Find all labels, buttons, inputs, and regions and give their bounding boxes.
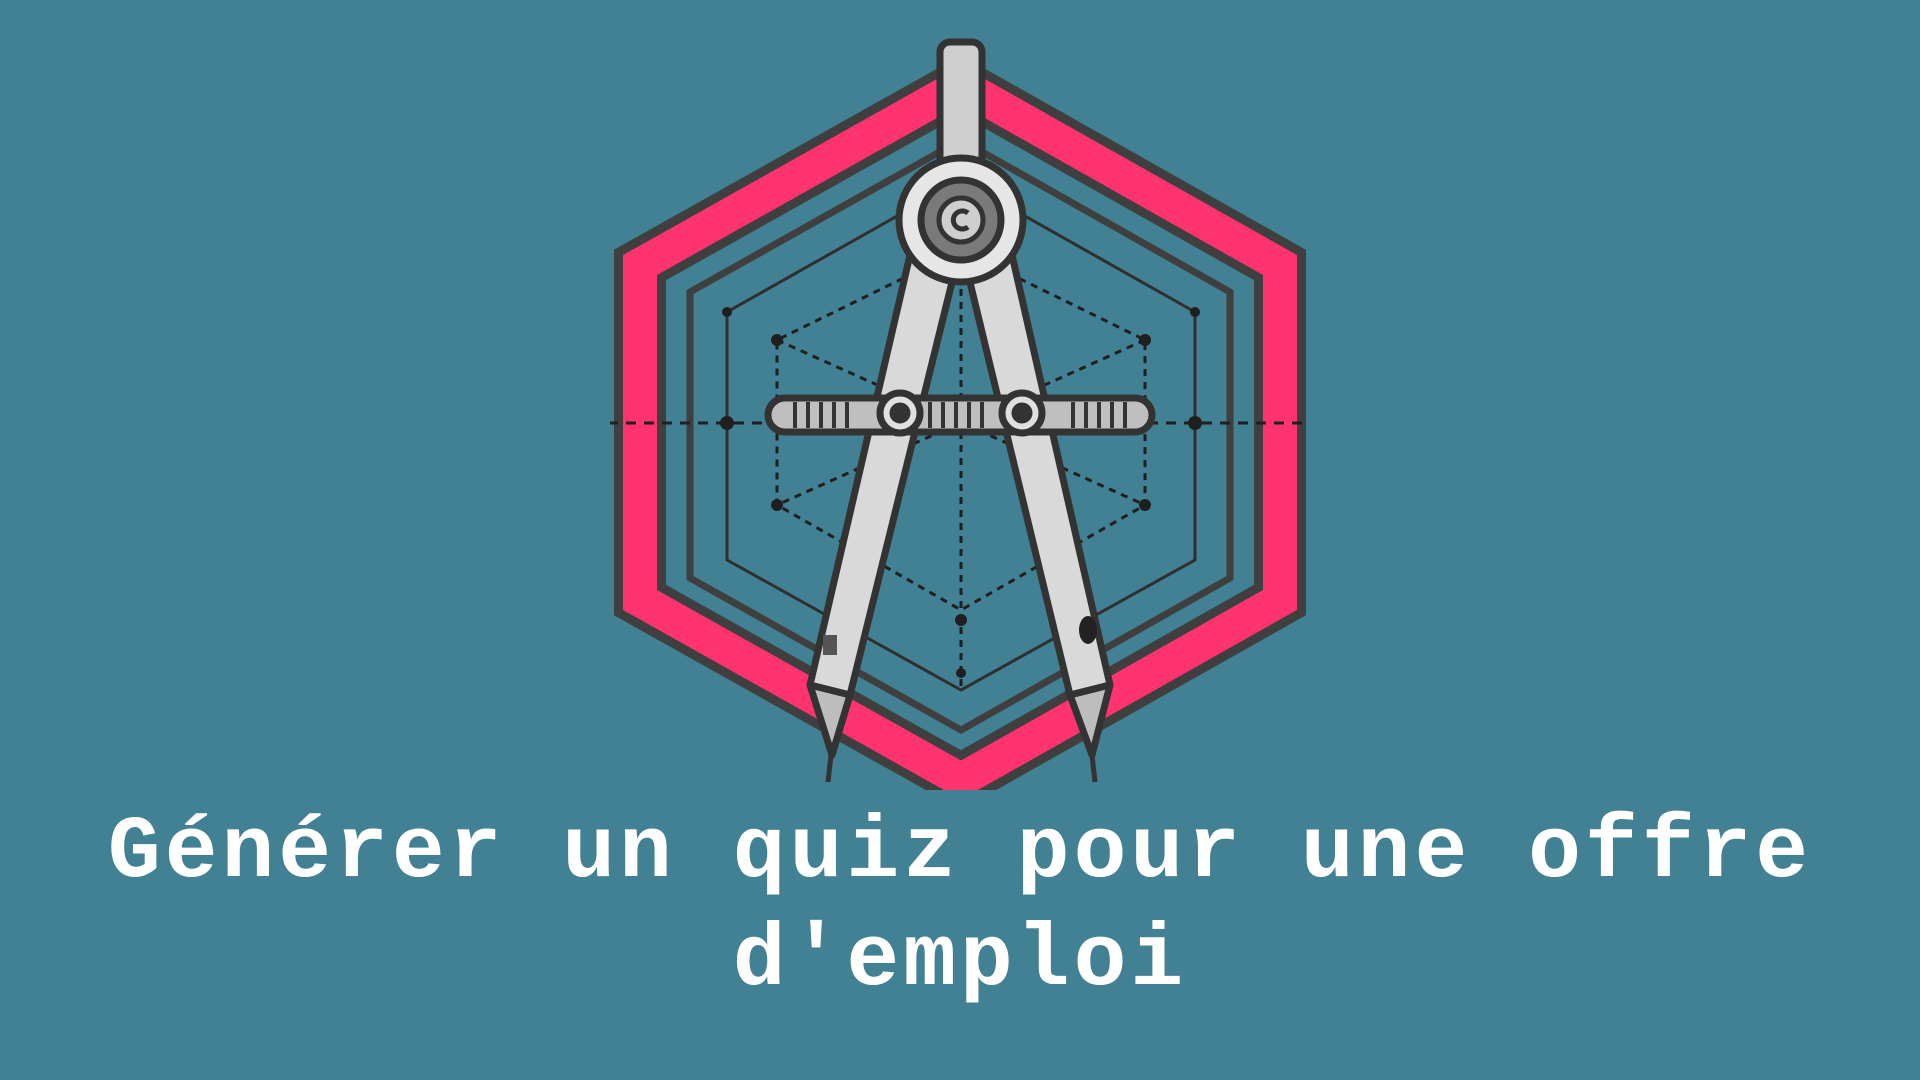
page: { "background_color": "#428193", "accent… (0, 0, 1920, 1080)
page-title-line-2: d'emploi (732, 912, 1188, 1011)
page-title-line-1: Générer un quiz pour une offre (107, 804, 1813, 903)
construction-points (720, 307, 1202, 678)
drafting-compass-hexagon-icon (610, 38, 1310, 790)
page-title: Générer un quiz pour une offre d'emploi (0, 800, 1920, 1016)
